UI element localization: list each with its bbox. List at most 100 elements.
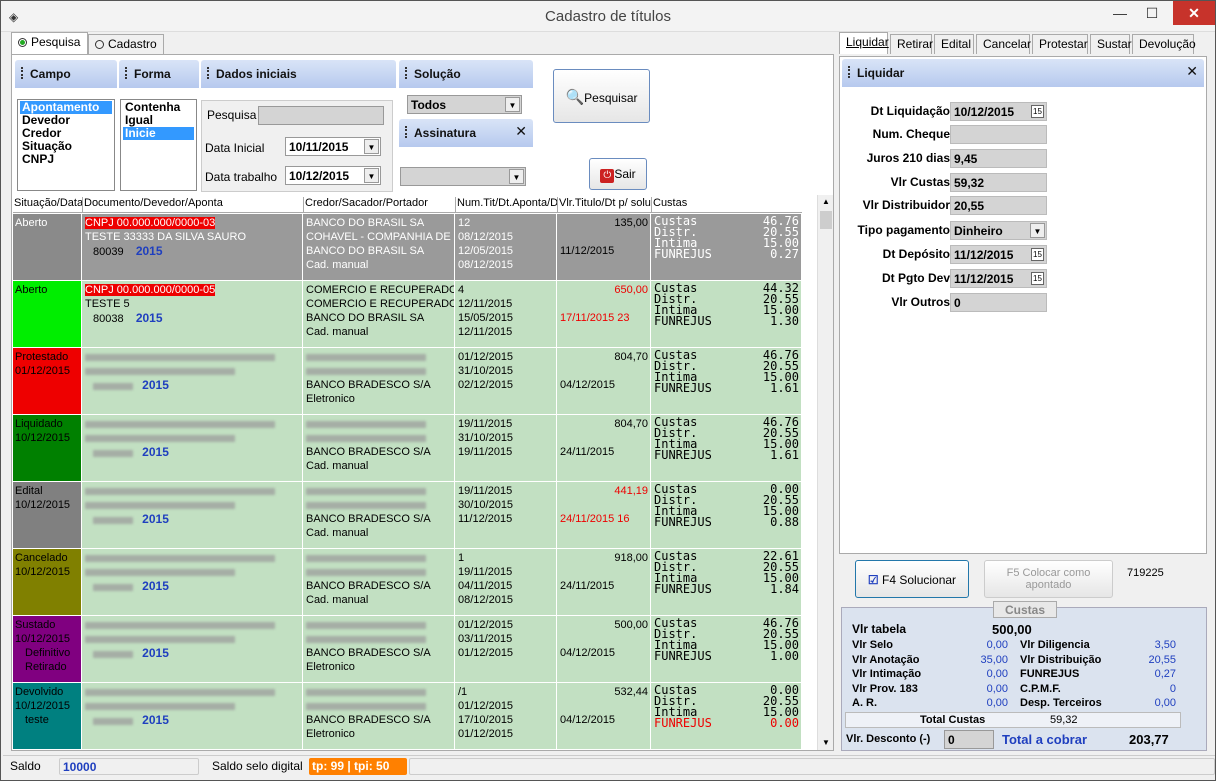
redacted-text [306,554,426,562]
total-custas-label: Total Custas [920,714,986,726]
creditor-line: COMERCIO E RECUPERADORA [306,298,454,310]
num-line: 12/11/2015 [458,326,513,338]
col-header[interactable]: Custas [652,197,802,213]
col-header[interactable]: Num.Tit/Dt.Aponta/Dt [456,197,558,213]
redacted-text [93,650,133,658]
field-input[interactable]: 9,45 [950,149,1047,168]
minimize-button[interactable]: — [1105,1,1135,25]
tab-retirar[interactable]: Retirar [890,34,933,54]
close-icon[interactable]: ✕ [1186,63,1198,80]
num-line: 19/11/2015 [458,566,513,578]
calendar-icon[interactable]: 15 [1031,272,1044,285]
col-header[interactable]: Vlr.Titulo/Dt p/ solu [558,197,652,213]
tab-sustar[interactable]: Sustar [1090,34,1132,54]
calendar-icon[interactable]: 15 [1031,105,1044,118]
close-icon[interactable]: ✕ [515,123,527,140]
data-inicial-field[interactable]: 10/11/2015 ▼ [285,137,381,156]
forma-list[interactable]: Contenha Igual Inicie [120,99,197,191]
num-line: 01/12/2015 [458,700,514,712]
status-bar: Saldo 10000 Saldo selo digital tp: 99 | … [3,755,1215,777]
pesquisa-label: Pesquisa [207,108,257,122]
campo-list[interactable]: Apontamento Devedor Credor Situação CNPJ [17,99,115,191]
tab-edital[interactable]: Edital [934,34,974,54]
year-label: 2015 [135,311,163,325]
field-input[interactable]: 11/12/2015 15 [950,245,1047,264]
scroll-down-icon[interactable]: ▼ [818,736,834,750]
table-row[interactable]: Devolvido 10/12/2015 teste 2015 BANCO BRADE… [13,683,802,750]
field-input[interactable]: 59,32 [950,173,1047,192]
grid-scrollbar[interactable]: ▲ ▼ [817,195,833,750]
data-trabalho-field[interactable]: 10/12/2015 ▼ [285,166,381,185]
status-cell: Aberto [13,214,82,280]
num-line: 11/12/2015 [458,513,513,525]
field-input[interactable] [950,125,1047,144]
table-row[interactable]: Cancelado 10/12/2015 2015 BANCO BRADESCO S… [13,549,802,616]
document-cell: CNPJ 00.000.000/0000-03 TESTE 33333 DA SI… [83,214,303,280]
scroll-thumb[interactable] [820,211,832,229]
cost-label: C.P.M.F. [1020,683,1061,695]
col-header[interactable]: Credor/Sacador/Portador [304,197,456,213]
chevron-down-icon[interactable]: ▼ [364,168,379,183]
num-line: 31/10/2015 [458,365,514,377]
cost-line: FUNREJUS 1.61 [654,381,799,395]
status-empty [409,758,1215,775]
solucionar-button[interactable]: ☑ F4 Solucionar [855,560,969,598]
redacted-text [306,420,426,428]
redacted-text [306,487,426,495]
solucao-select[interactable]: Todos ▼ [407,95,522,114]
tab-cancelar[interactable]: Cancelar [976,34,1031,54]
calendar-icon[interactable]: 15 [1031,248,1044,261]
desconto-label: Vlr. Desconto (-) [846,733,931,745]
table-row[interactable]: Liquidado 10/12/2015 2015 BANCO BRADESCO S… [13,415,802,482]
num-line: 12/05/2015 [458,245,514,257]
cost-label: FUNREJUS [1020,668,1080,680]
maximize-button[interactable]: ☐ [1137,1,1167,25]
chevron-down-icon[interactable]: ▼ [1030,223,1045,238]
num-line: 01/12/2015 [458,351,514,363]
desconto-input[interactable]: 0 [944,730,994,749]
table-row[interactable]: Protestado 01/12/2015 2015 BANCO BRADESCO … [13,348,802,415]
doc-number: 80039 [93,246,124,258]
field-input[interactable]: 0 [950,293,1047,312]
creditor-line: BANCO BRADESCO S/A [306,647,431,659]
pesquisar-button[interactable]: 🔍Pesquisar [553,69,650,123]
cost-label: Vlr Intimação [852,668,922,680]
value-cell: 441,19 24/11/2015 16 [558,482,651,548]
field-input[interactable]: Dinheiro ▼ [950,221,1047,240]
pesquisa-input[interactable] [258,106,384,125]
scroll-up-icon[interactable]: ▲ [818,195,834,209]
campo-item[interactable]: CNPJ [20,153,112,166]
field-input[interactable]: 20,55 [950,196,1047,215]
creditor-line: BANCO BRADESCO S/A [306,446,431,458]
creditor-line: Cad. manual [306,527,369,539]
assinatura-select[interactable]: ▼ [400,167,526,186]
col-header[interactable]: Documento/Devedor/Aponta [83,197,304,213]
table-row[interactable]: Aberto CNPJ 00.000.000/0000-03 TESTE 33333… [13,214,802,281]
tab-protestar[interactable]: Protestar [1032,34,1088,54]
forma-item[interactable]: Inicie [123,127,194,140]
tab-pesquisa[interactable]: Pesquisa [11,32,88,54]
tab-liquidar[interactable]: Liquidar [839,32,889,54]
value-cell: 804,70 24/11/2015 [558,415,651,481]
tab-devolucao[interactable]: Devolução [1132,34,1196,54]
chevron-down-icon[interactable]: ▼ [505,97,520,112]
sair-button[interactable]: ⏻ Sair [589,158,647,190]
cost-value: 0,00 [986,668,1008,680]
chevron-down-icon[interactable]: ▼ [509,169,524,184]
tab-cadastro[interactable]: Cadastro [88,34,164,54]
close-button[interactable]: ✕ [1173,1,1215,25]
table-row[interactable]: Edital 10/12/2015 2015 BANCO BRADESCO S/A C… [13,482,802,549]
table-row[interactable]: Aberto CNPJ 00.000.000/0000-05 TESTE 5 8003… [13,281,802,348]
col-header[interactable]: Situação/Data [13,197,83,213]
creditor-line: Cad. manual [306,594,369,606]
chevron-down-icon[interactable]: ▼ [364,139,379,154]
field-input[interactable]: 10/12/2015 15 [950,102,1047,121]
apontado-button[interactable]: F5 Colocar como apontado [984,560,1113,598]
document-cell: 2015 [83,616,303,682]
cost-line: FUNREJUS 1.30 [654,314,799,328]
document-tag: CNPJ 00.000.000/0000-05 [85,284,216,296]
field-input[interactable]: 11/12/2015 15 [950,269,1047,288]
table-row[interactable]: Sustado 10/12/2015 Definitivo Retirado 2015… [13,616,802,683]
creditor-line: BANCO DO BRASIL SA [306,245,425,257]
cost-label: Vlr Selo [852,639,893,651]
